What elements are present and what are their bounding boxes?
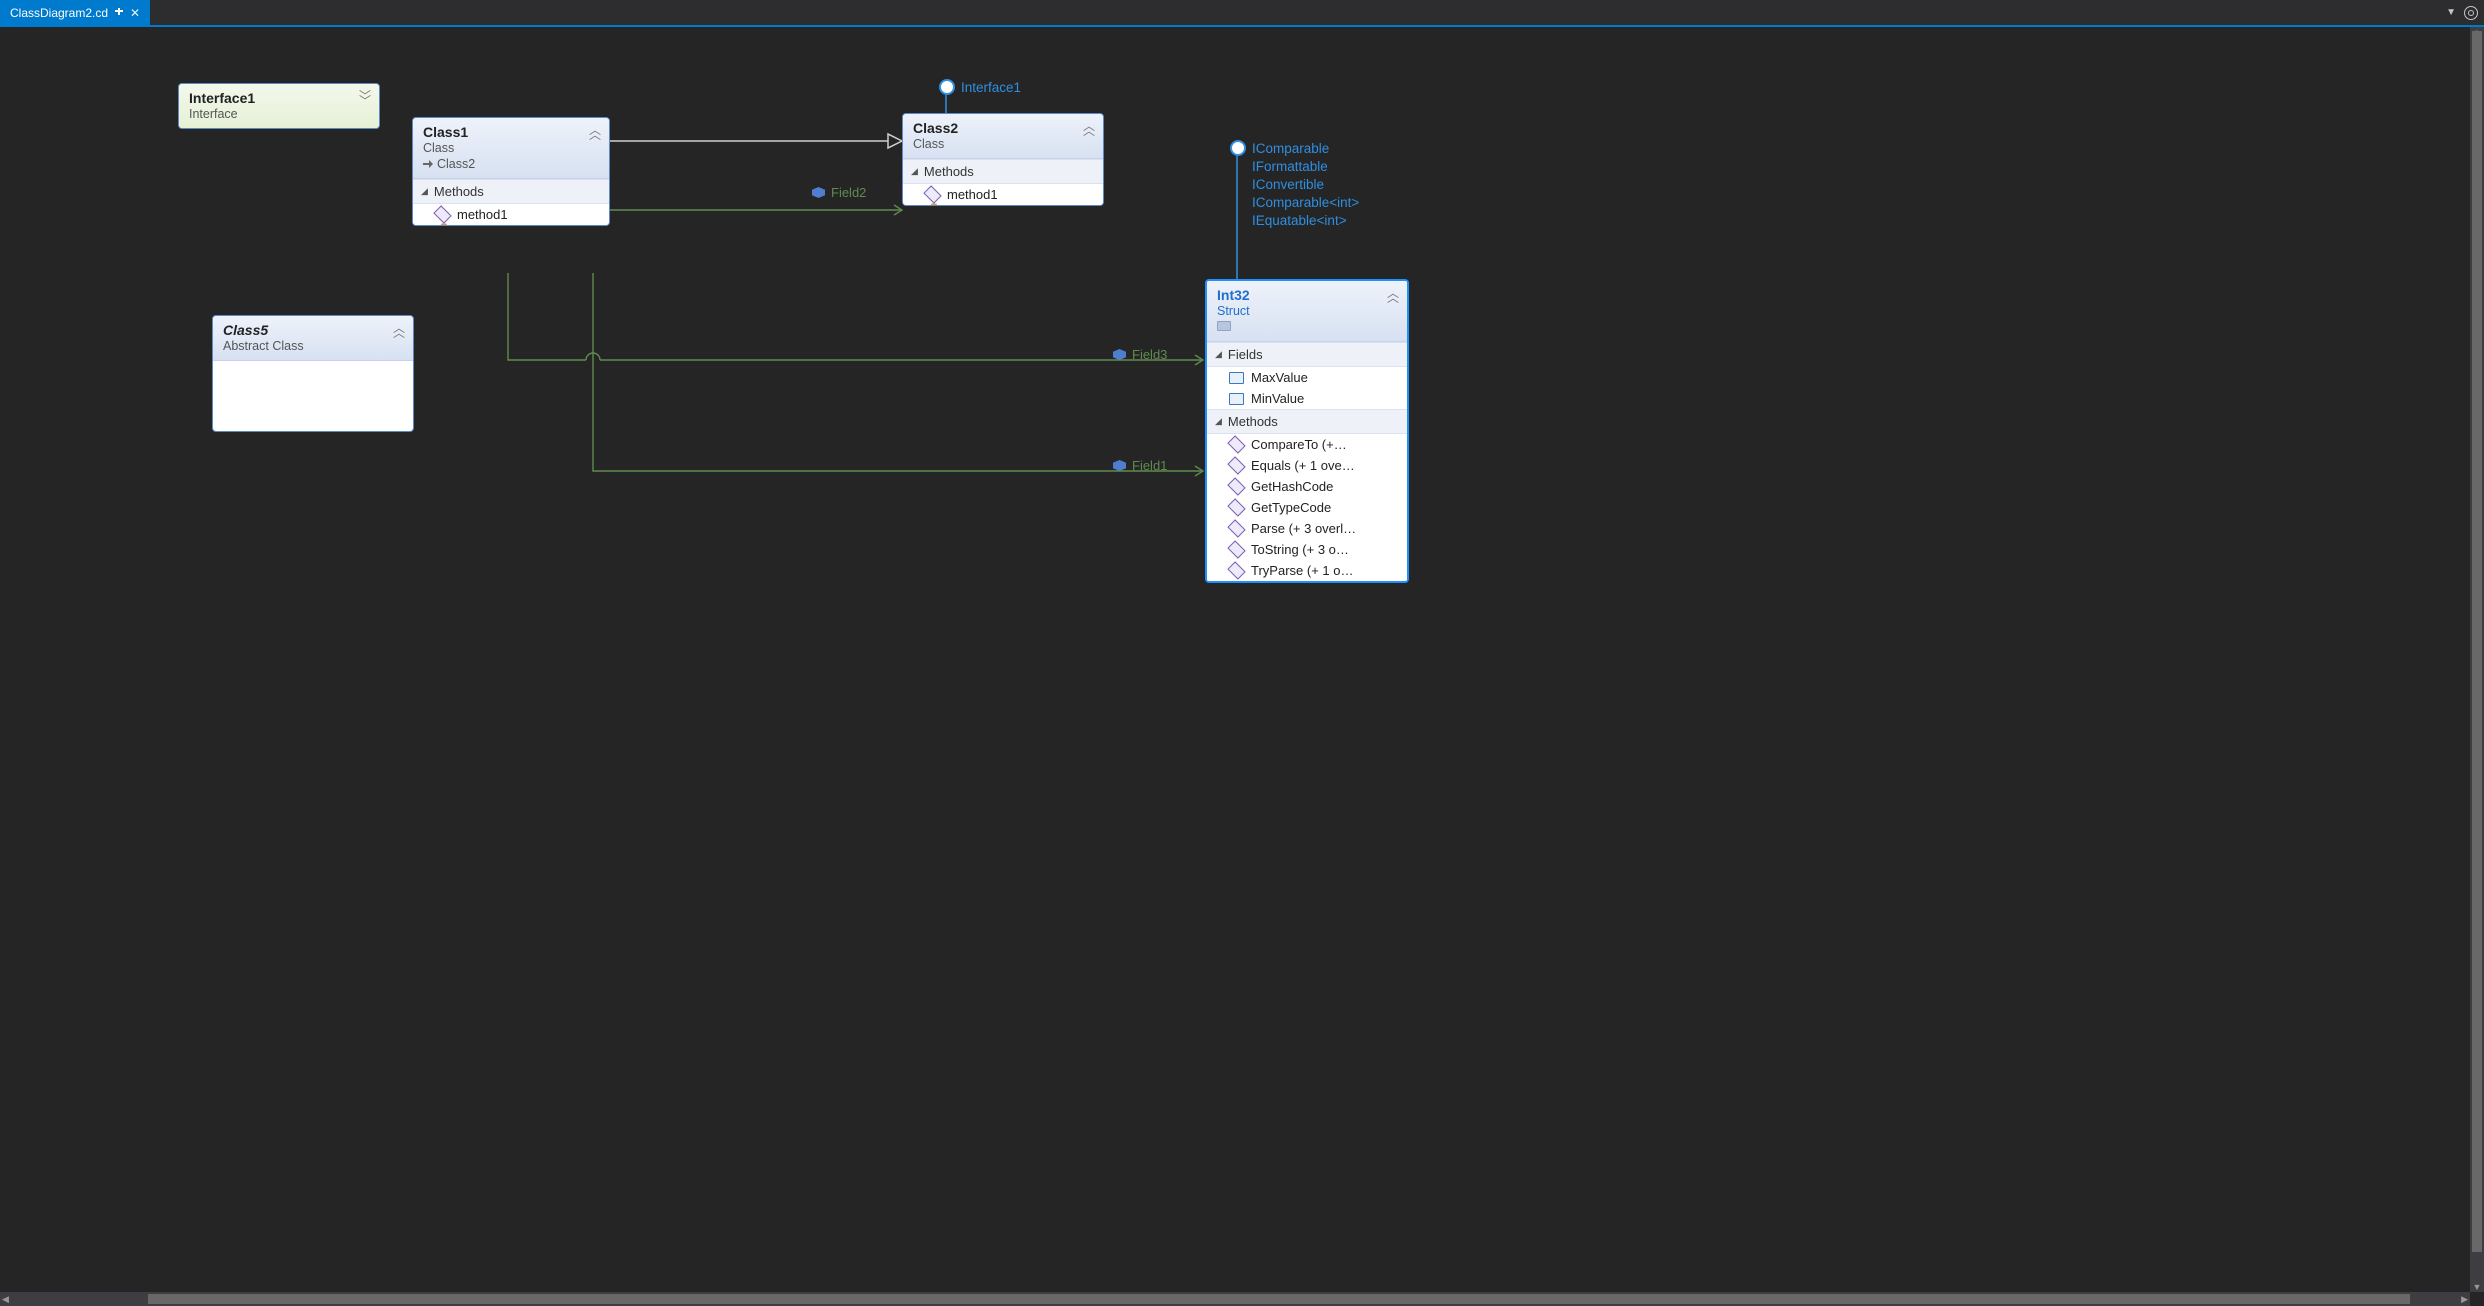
canvas-wrap: Field2 Field3 Field1 Interface1 ICompara… bbox=[0, 27, 2484, 1306]
gear-icon[interactable] bbox=[2464, 6, 2478, 20]
diagram-canvas[interactable]: Field2 Field3 Field1 Interface1 ICompara… bbox=[0, 27, 2470, 1292]
field-icon bbox=[1229, 372, 1244, 384]
pin-icon[interactable] bbox=[114, 8, 124, 18]
node-class2[interactable]: Class2 Class ◢ Methods method1 bbox=[902, 113, 1104, 206]
member-method[interactable]: GetHashCode bbox=[1207, 476, 1407, 497]
member-method[interactable]: Equals (+ 1 ove… bbox=[1207, 455, 1407, 476]
section-methods[interactable]: ◢ Methods bbox=[1207, 409, 1407, 434]
method-icon bbox=[1227, 477, 1245, 495]
tab-title: ClassDiagram2.cd bbox=[10, 6, 108, 20]
scrollbar-thumb[interactable] bbox=[148, 1294, 2410, 1304]
method-icon bbox=[1227, 456, 1245, 474]
lollipop-class2: Interface1 bbox=[939, 79, 1021, 95]
member-method[interactable]: method1 bbox=[903, 184, 1103, 205]
node-class5[interactable]: Class5 Abstract Class bbox=[212, 315, 414, 432]
field-icon bbox=[1113, 349, 1126, 360]
node-base-class: Class2 bbox=[423, 157, 599, 171]
method-icon bbox=[1227, 540, 1245, 558]
member-method[interactable]: CompareTo (+… bbox=[1207, 434, 1407, 455]
field-private-icon bbox=[1113, 460, 1126, 471]
document-tab[interactable]: ClassDiagram2.cd ✕ bbox=[0, 0, 150, 25]
member-method[interactable]: ToString (+ 3 o… bbox=[1207, 539, 1407, 560]
node-title: Class2 bbox=[913, 120, 1093, 136]
node-int32[interactable]: Int32 Struct ◢ Fields MaxValue MinValue … bbox=[1205, 279, 1409, 583]
member-method[interactable]: GetTypeCode bbox=[1207, 497, 1407, 518]
node-title: Class5 bbox=[223, 322, 403, 338]
inheritance-arrow-icon bbox=[423, 160, 433, 168]
node-title: Interface1 bbox=[189, 90, 369, 106]
node-subtitle: Interface bbox=[189, 107, 369, 121]
scrollbar-thumb[interactable] bbox=[2472, 31, 2482, 1252]
collapse-icon[interactable] bbox=[1083, 122, 1095, 136]
section-toggle-icon: ◢ bbox=[1215, 416, 1222, 427]
node-subtitle: Abstract Class bbox=[223, 339, 403, 353]
node-title: Class1 bbox=[423, 124, 599, 140]
collapse-icon[interactable] bbox=[1387, 289, 1399, 303]
tabstrip: ClassDiagram2.cd ✕ ▼ bbox=[0, 0, 2484, 27]
member-field[interactable]: MaxValue bbox=[1207, 367, 1407, 388]
section-fields[interactable]: ◢ Fields bbox=[1207, 342, 1407, 367]
method-icon bbox=[1227, 435, 1245, 453]
scroll-right-arrow-icon[interactable]: ▶ bbox=[2461, 1292, 2468, 1306]
section-toggle-icon: ◢ bbox=[1215, 349, 1222, 360]
collapse-icon[interactable] bbox=[393, 324, 405, 338]
section-toggle-icon: ◢ bbox=[911, 166, 918, 177]
method-icon bbox=[1227, 561, 1245, 579]
node-subtitle: Class bbox=[423, 141, 599, 155]
method-icon bbox=[1227, 498, 1245, 516]
lollipop-int32: IComparable IFormattable IConvertible IC… bbox=[1230, 140, 1359, 228]
edge-label-field3: Field3 bbox=[1113, 347, 1167, 362]
member-method[interactable]: TryParse (+ 1 o… bbox=[1207, 560, 1407, 581]
lollipop-label: Interface1 bbox=[961, 80, 1021, 95]
scroll-down-arrow-icon[interactable]: ▼ bbox=[2470, 1282, 2484, 1292]
expand-icon[interactable] bbox=[359, 92, 371, 106]
node-title: Int32 bbox=[1217, 287, 1397, 303]
node-subtitle: Class bbox=[913, 137, 1093, 151]
section-methods[interactable]: ◢ Methods bbox=[413, 179, 609, 204]
horizontal-scrollbar[interactable]: ◀ ▶ bbox=[0, 1292, 2470, 1306]
member-method[interactable]: method1 bbox=[413, 204, 609, 225]
vertical-scrollbar[interactable]: ▲ ▼ bbox=[2470, 27, 2484, 1292]
tabstrip-actions: ▼ bbox=[2446, 6, 2484, 20]
field-icon bbox=[1229, 393, 1244, 405]
lollipop-icon bbox=[939, 79, 955, 95]
lollipop-icon bbox=[1230, 140, 1246, 156]
metadata-icon bbox=[1217, 321, 1231, 331]
active-files-dropdown-icon[interactable]: ▼ bbox=[2446, 7, 2456, 18]
section-toggle-icon: ◢ bbox=[421, 186, 428, 197]
field-icon bbox=[812, 187, 825, 198]
member-field[interactable]: MinValue bbox=[1207, 388, 1407, 409]
method-private-icon bbox=[923, 185, 941, 203]
section-methods[interactable]: ◢ Methods bbox=[903, 159, 1103, 184]
scroll-left-arrow-icon[interactable]: ◀ bbox=[2, 1292, 9, 1306]
method-icon bbox=[1227, 519, 1245, 537]
method-private-icon bbox=[433, 205, 451, 223]
member-method[interactable]: Parse (+ 3 overl… bbox=[1207, 518, 1407, 539]
collapse-icon[interactable] bbox=[589, 126, 601, 140]
node-subtitle: Struct bbox=[1217, 304, 1397, 318]
app-root: ClassDiagram2.cd ✕ ▼ bbox=[0, 0, 2484, 1306]
node-interface1[interactable]: Interface1 Interface bbox=[178, 83, 380, 129]
edge-label-field1: Field1 bbox=[1113, 458, 1167, 473]
edge-label-field2: Field2 bbox=[812, 185, 866, 200]
close-tab-icon[interactable]: ✕ bbox=[130, 6, 140, 20]
node-class1[interactable]: Class1 Class Class2 ◢ Methods method1 bbox=[412, 117, 610, 226]
